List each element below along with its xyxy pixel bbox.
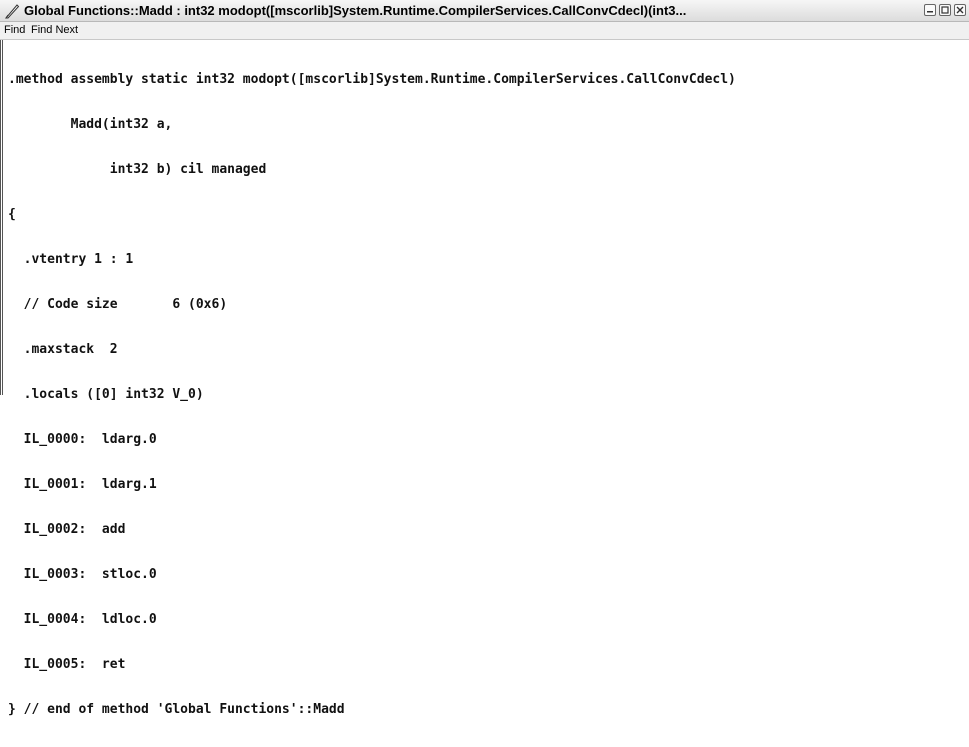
code-line: IL_0002: add (8, 522, 126, 537)
maximize-icon (941, 6, 949, 14)
menu-find-next[interactable]: Find Next (31, 24, 78, 37)
minimize-icon (927, 11, 933, 13)
maximize-button[interactable] (939, 4, 951, 16)
code-line: IL_0004: ldloc.0 (8, 612, 157, 627)
code-line: .method assembly static int32 modopt([ms… (8, 72, 736, 87)
title-bar[interactable]: Global Functions::Madd : int32 modopt([m… (0, 0, 969, 22)
code-line: .maxstack 2 (8, 342, 118, 357)
code-line: // Code size 6 (0x6) (8, 297, 228, 312)
code-line: .vtentry 1 : 1 (8, 252, 134, 267)
code-line: } // end of method 'Global Functions'::M… (8, 702, 345, 717)
window-title: Global Functions::Madd : int32 modopt([m… (24, 3, 687, 18)
code-line: IL_0001: ldarg.1 (8, 477, 157, 492)
code-line: int32 b) cil managed (8, 162, 267, 177)
close-button[interactable] (954, 4, 966, 16)
minimize-button[interactable] (924, 4, 936, 16)
code-line: IL_0000: ldarg.0 (8, 432, 157, 447)
close-icon (956, 6, 964, 14)
menu-bar: Find Find Next (0, 22, 969, 40)
code-line: IL_0005: ret (8, 657, 126, 672)
il-code-view[interactable]: .method assembly static int32 modopt([ms… (0, 40, 969, 717)
quill-pen-icon[interactable] (4, 3, 20, 19)
ildasm-method-window: Global Functions::Madd : int32 modopt([m… (0, 0, 969, 717)
code-line: { (8, 207, 16, 222)
code-line: IL_0003: stloc.0 (8, 567, 157, 582)
code-line: Madd(int32 a, (8, 117, 173, 132)
menu-find[interactable]: Find (4, 24, 25, 37)
